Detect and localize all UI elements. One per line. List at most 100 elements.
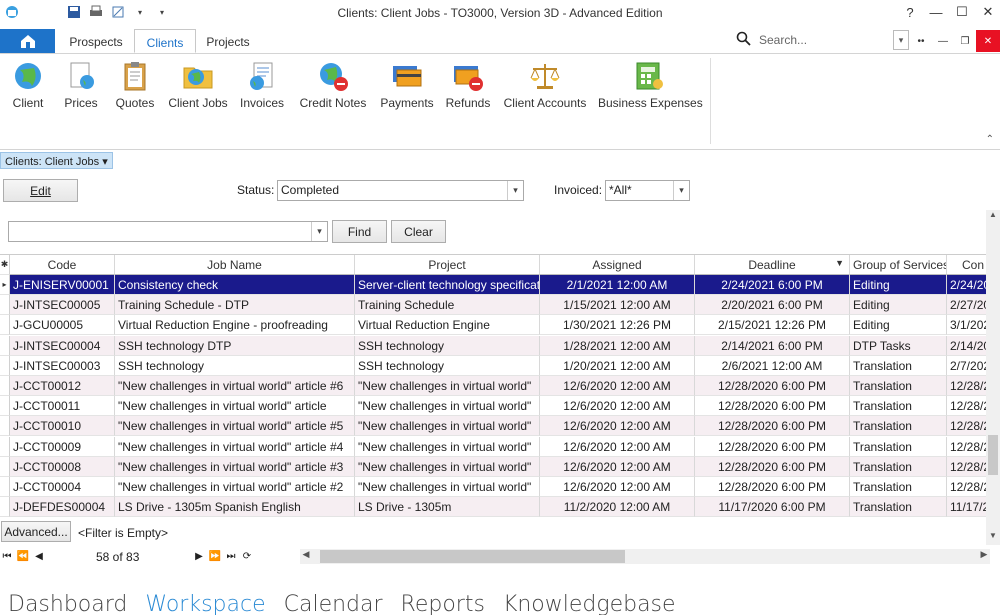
cell-group-of-services: Translation	[850, 416, 947, 437]
row-indicator[interactable]	[0, 315, 10, 336]
tab-clients[interactable]: Clients	[134, 29, 196, 53]
row-indicator[interactable]	[0, 456, 10, 477]
table-row[interactable]: J-CCT00011 "New challenges in virtual wor…	[0, 396, 1000, 417]
cell-project: SSH technology	[355, 335, 540, 356]
column-header-job-name[interactable]: Job Name	[115, 255, 355, 275]
column-header-code[interactable]: Code	[10, 255, 115, 275]
collapse-ribbon-icon[interactable]: ⌃	[986, 134, 994, 145]
nav-knowledgebase[interactable]: Knowledgebase	[503, 592, 676, 615]
cell-job-name: "New challenges in virtual world" articl…	[115, 416, 355, 437]
minimize-button[interactable]: —	[924, 0, 948, 24]
refresh-icon[interactable]: ⟳	[240, 548, 254, 564]
table-row[interactable]: J-CCT00009 "New challenges in virtual wor…	[0, 436, 1000, 457]
credit-notes-button[interactable]: Credit Notes	[298, 60, 368, 110]
nav-dashboard[interactable]: Dashboard	[8, 592, 127, 615]
search-box[interactable]: Search...	[736, 31, 807, 49]
clear-button[interactable]: Clear	[391, 220, 446, 243]
table-row[interactable]: ▸ J-ENISERV00001 Consistency check Server-c…	[0, 275, 1000, 295]
cell-job-name: Consistency check	[115, 275, 355, 295]
row-indicator[interactable]	[0, 436, 10, 457]
breadcrumb[interactable]: Clients: Client Jobs ▾	[0, 152, 113, 169]
row-indicator[interactable]	[0, 355, 10, 376]
row-indicator[interactable]	[0, 497, 10, 518]
last-record-icon[interactable]: ⏭	[224, 548, 238, 564]
nav-workspace[interactable]: Workspace	[145, 592, 265, 615]
row-indicator[interactable]	[0, 376, 10, 396]
scroll-down-icon[interactable]: ▼	[986, 531, 1000, 545]
clipboard-icon	[119, 60, 151, 92]
cell-deadline: 2/24/2021 6:00 PM	[695, 275, 850, 295]
horizontal-scroll-thumb[interactable]	[320, 550, 625, 563]
scroll-left-icon[interactable]: ◀	[300, 549, 312, 564]
quick-search-input[interactable]: ▾	[8, 221, 328, 242]
row-indicator[interactable]	[0, 416, 10, 437]
prices-button[interactable]: Prices	[62, 60, 100, 110]
table-row[interactable]: J-CCT00008 "New challenges in virtual wor…	[0, 456, 1000, 477]
table-row[interactable]: J-INTSEC00005 Training Schedule - DTP Trai…	[0, 295, 1000, 316]
cell-group-of-services: Translation	[850, 477, 947, 497]
app-menu-button[interactable]	[0, 29, 55, 53]
row-indicator[interactable]	[0, 477, 10, 497]
client-jobs-button[interactable]: Client Jobs	[168, 60, 228, 110]
column-header-deadline[interactable]: Deadline ▼	[695, 255, 850, 275]
invoiced-select[interactable]: *All* ▾	[605, 180, 690, 201]
table-row[interactable]: J-CCT00004 "New challenges in virtual wor…	[0, 477, 1000, 497]
client-accounts-button[interactable]: Client Accounts	[503, 60, 587, 110]
doc-minimize-icon[interactable]: —	[932, 30, 954, 52]
vertical-scroll-thumb[interactable]	[988, 435, 998, 475]
vertical-scrollbar[interactable]: ▲ ▼	[986, 210, 1000, 545]
previous-record-icon[interactable]: ◀	[32, 548, 46, 564]
table-row[interactable]: J-INTSEC00003 SSH technology SSH technolog…	[0, 355, 1000, 376]
nav-reports[interactable]: Reports	[401, 592, 485, 615]
table-row[interactable]: J-INTSEC00004 SSH technology DTP SSH techn…	[0, 335, 1000, 356]
cell-job-name: "New challenges in virtual world" articl…	[115, 436, 355, 457]
row-indicator[interactable]	[0, 335, 10, 356]
table-row[interactable]: J-CCT00012 "New challenges in virtual wor…	[0, 376, 1000, 396]
cell-project: Training Schedule	[355, 295, 540, 316]
horizontal-scrollbar[interactable]: ◀ ▶	[300, 549, 990, 564]
invoices-button[interactable]: Invoices	[240, 60, 284, 110]
cell-job-name: SSH technology DTP	[115, 335, 355, 356]
business-expenses-button[interactable]: Business Expenses	[598, 60, 703, 110]
find-button[interactable]: Find	[332, 220, 387, 243]
table-row[interactable]: J-DEFDES00004 LS Drive - 1305m Spanish En…	[0, 497, 1000, 518]
column-header-group-of-services[interactable]: Group of Services	[850, 255, 947, 275]
quotes-button[interactable]: Quotes	[113, 60, 157, 110]
ribbon-options-icon[interactable]: ••	[910, 30, 932, 52]
search-dropdown-icon[interactable]: ▾	[893, 30, 909, 50]
maximize-button[interactable]: ☐	[950, 0, 974, 24]
payments-button[interactable]: Payments	[380, 60, 434, 110]
row-indicator[interactable]	[0, 396, 10, 417]
column-header-project[interactable]: Project	[355, 255, 540, 275]
help-button[interactable]: ?	[898, 0, 922, 24]
refunds-button[interactable]: Refunds	[445, 60, 491, 110]
ribbon-panel: Client Prices Quotes Client Jobs Invoice…	[0, 53, 1000, 150]
edit-button[interactable]: Edit	[3, 179, 78, 202]
nav-calendar[interactable]: Calendar	[284, 592, 383, 615]
client-button[interactable]: Client	[10, 60, 46, 110]
doc-restore-icon[interactable]: ❐	[954, 30, 976, 52]
advanced-filter-button[interactable]: Advanced...	[1, 521, 71, 542]
table-row[interactable]: J-CCT00010 "New challenges in virtual wor…	[0, 416, 1000, 437]
current-row-indicator-icon[interactable]: ▸	[0, 275, 10, 295]
close-button[interactable]: ✕	[976, 0, 1000, 24]
previous-page-icon[interactable]: ⏪	[16, 548, 30, 564]
doc-close-icon[interactable]: ✕	[976, 30, 1000, 52]
scroll-right-icon[interactable]: ▶	[978, 549, 990, 564]
record-position: 58 of 83	[96, 550, 140, 564]
column-header-assigned[interactable]: Assigned	[540, 255, 695, 275]
row-indicator[interactable]	[0, 295, 10, 316]
cell-project: Virtual Reduction Engine	[355, 315, 540, 336]
cell-code: J-GCU00005	[10, 315, 115, 336]
record-navigator: ⏮ ⏪ ◀ 58 of 83 ▶ ⏩ ⏭ ⟳ ◀ ▶	[0, 547, 1000, 566]
search-input[interactable]: Search...	[759, 33, 807, 47]
scroll-up-icon[interactable]: ▲	[986, 210, 1000, 224]
chevron-down-icon: ▾	[311, 222, 327, 241]
first-record-icon[interactable]: ⏮	[0, 548, 14, 564]
next-record-icon[interactable]: ▶	[192, 548, 206, 564]
next-page-icon[interactable]: ⏩	[208, 548, 222, 564]
table-row[interactable]: J-GCU00005 Virtual Reduction Engine - pro…	[0, 315, 1000, 336]
tab-prospects[interactable]: Prospects	[62, 29, 130, 53]
status-select[interactable]: Completed ▾	[277, 180, 524, 201]
tab-projects[interactable]: Projects	[198, 29, 258, 53]
